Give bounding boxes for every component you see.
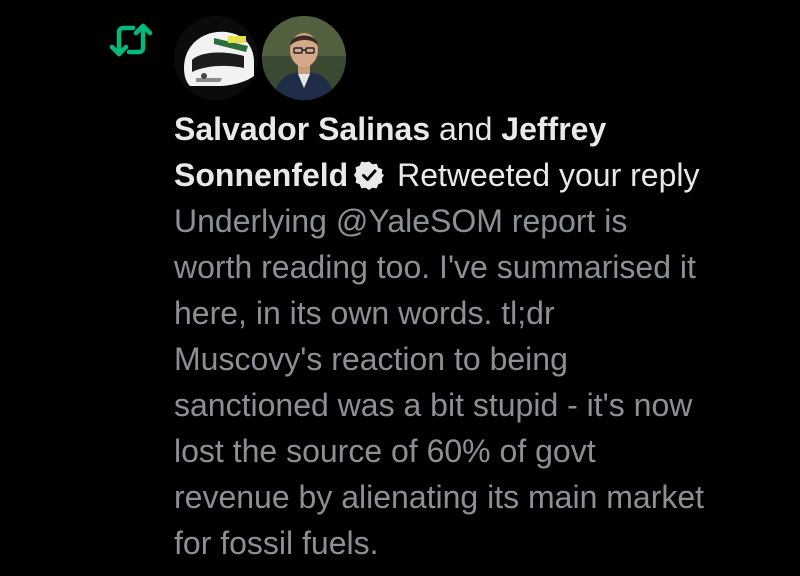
avatar-jeffrey-sonnenfeld[interactable] [262, 16, 346, 100]
verified-badge-icon [354, 156, 385, 190]
user-name-salvador-salinas[interactable]: Salvador Salinas [174, 111, 430, 147]
reply-text[interactable]: Underlying @YaleSOM report is worth read… [174, 198, 784, 566]
notification-header: Salvador Salinas and Jeffrey Sonnenfeld … [174, 106, 784, 198]
retweet-notification[interactable]: Salvador Salinas and Jeffrey Sonnenfeld … [0, 0, 800, 576]
connector-text: and [439, 111, 493, 147]
notification-content: Salvador Salinas and Jeffrey Sonnenfeld … [174, 106, 784, 566]
avatar-salvador-salinas[interactable] [174, 16, 258, 100]
retweet-icon [108, 20, 154, 60]
action-text: Retweeted your reply [397, 157, 700, 193]
